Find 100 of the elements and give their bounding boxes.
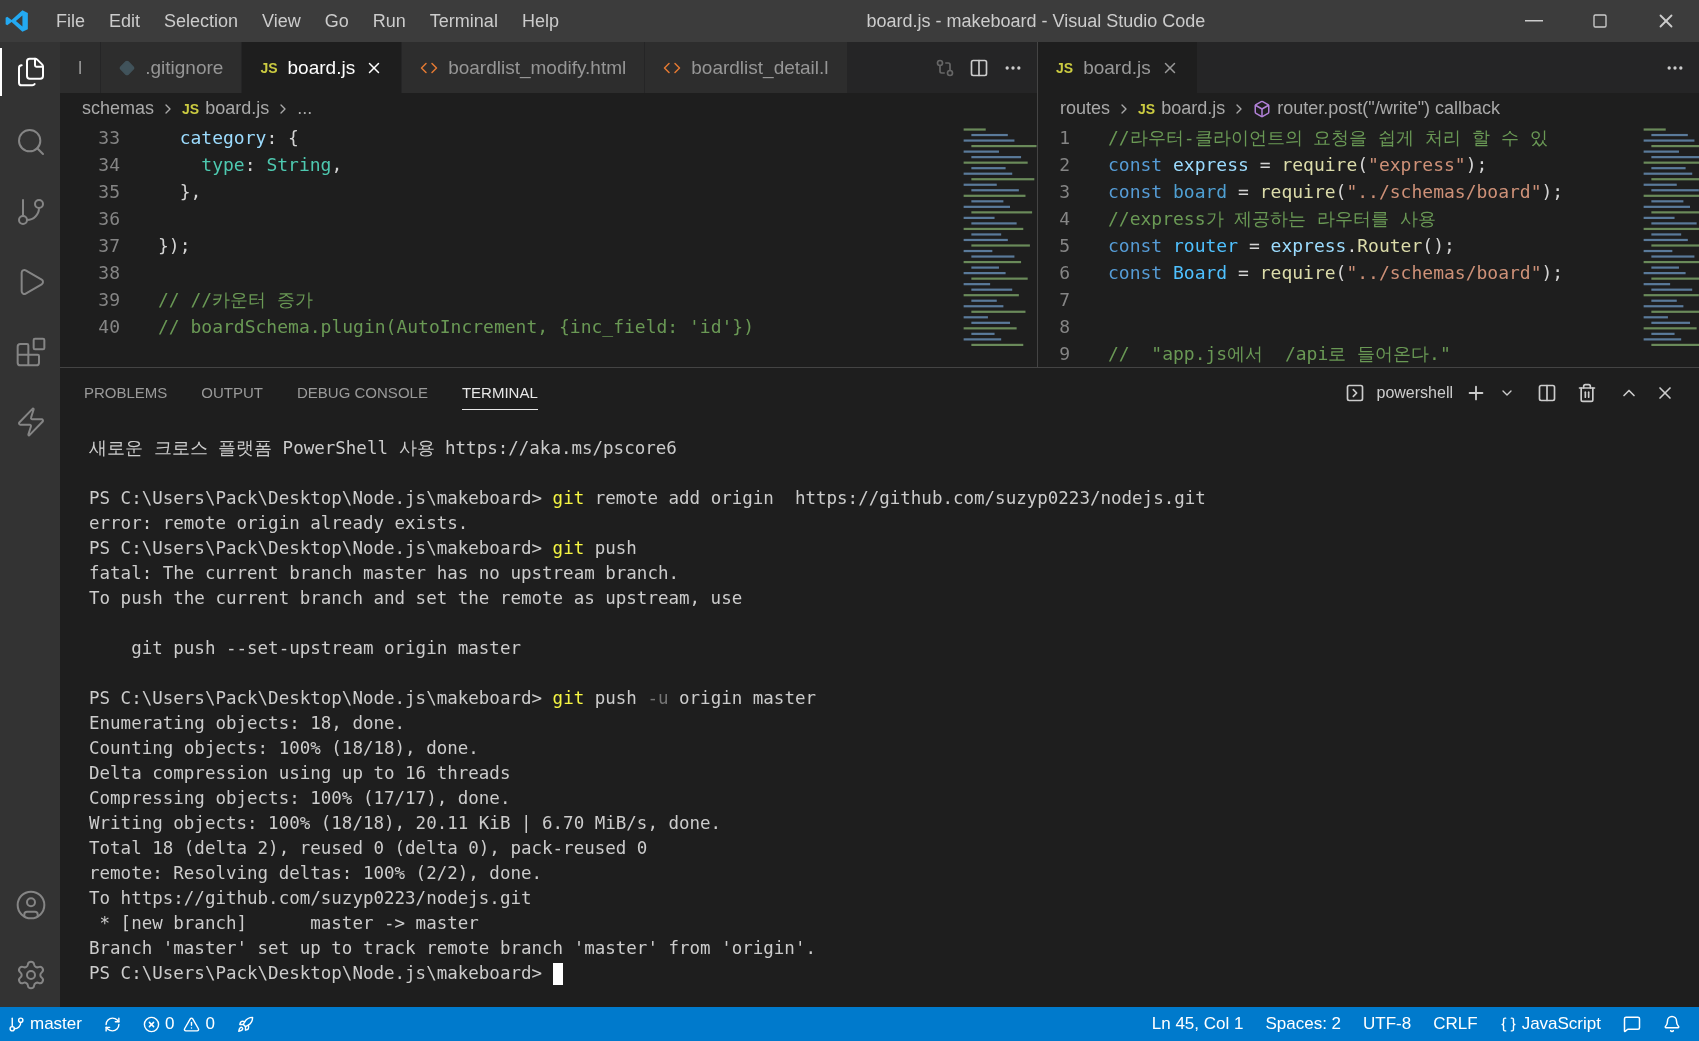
braces-icon — [1499, 1015, 1517, 1033]
line-number: 35 — [97, 181, 120, 202]
problems-indicator[interactable]: 0 0 — [142, 1014, 215, 1034]
terminal-line: error: remote origin already exists. — [89, 512, 469, 535]
line-number: 9 — [1058, 343, 1070, 364]
split-editor-icon[interactable] — [969, 57, 989, 78]
terminal-line: PS C:\Users\Pack\Desktop\Node.js\makeboard> git push -u origin master — [89, 687, 816, 710]
terminal-line: fatal: The current branch master has no upstream branch. — [89, 562, 679, 585]
panel-tab[interactable]: PROBLEMS — [84, 376, 168, 410]
code-line: const router = express.Router(); — [1108, 235, 1455, 256]
js-icon: JS — [182, 100, 200, 117]
code-line: category: { — [178, 127, 299, 148]
terminal-line: * [new branch] master -> master — [98, 912, 479, 935]
terminal-line: To push the current branch and set the remote as upstream, use — [89, 587, 743, 610]
panel-tab[interactable]: DEBUG CONSOLE — [297, 376, 428, 410]
terminal-line: To https://github.com/suzyp0223/nodejs.git — [89, 887, 532, 910]
breadcrumb-item[interactable]: router.post("/write") callback — [1277, 98, 1501, 119]
breadcrumb-item[interactable]: ... — [297, 98, 313, 119]
line-ending[interactable]: CRLF — [1433, 1014, 1478, 1034]
breadcrumb-item[interactable]: schemas — [82, 98, 155, 119]
diamond-icon — [119, 59, 136, 76]
menu-item[interactable]: Go — [312, 10, 361, 32]
code-line: // boardSchema.plugin(AutoIncrement, {inc_field: 'id'}) — [158, 316, 755, 337]
code-line: }); — [158, 235, 191, 256]
language-mode[interactable]: JavaScript — [1499, 1014, 1601, 1034]
line-number: 37 — [97, 235, 120, 256]
code-line: const Board = require("../schemas/board"); — [1108, 262, 1564, 283]
menu-item[interactable]: Terminal — [417, 10, 510, 32]
error-icon — [142, 1015, 160, 1033]
minimize-icon — [1525, 20, 1543, 22]
editor-tab[interactable]: .gitignore — [101, 42, 243, 93]
line-number: 1 — [1058, 127, 1070, 148]
menu-item[interactable]: Run — [360, 10, 418, 32]
warning-icon — [183, 1015, 201, 1033]
menu-item[interactable]: Edit — [97, 10, 153, 32]
panel-tab[interactable]: TERMINAL — [461, 376, 538, 410]
breadcrumb-item[interactable]: board.js — [1161, 98, 1226, 119]
terminal-icon — [1344, 383, 1365, 403]
cube-icon — [1253, 99, 1272, 118]
branch-icon — [8, 1015, 25, 1033]
menu-item[interactable]: Selection — [152, 10, 251, 32]
line-number: 4 — [1058, 208, 1070, 229]
js-icon: JS — [260, 59, 278, 76]
editor-tab[interactable]: l — [60, 42, 102, 93]
split-terminal-icon[interactable] — [1537, 383, 1557, 403]
branch-indicator[interactable]: master — [8, 1014, 82, 1034]
menu-item[interactable]: Help — [509, 10, 571, 32]
sync-icon[interactable] — [103, 1015, 121, 1033]
terminal-line: Branch 'master' set up to track remote branch 'master' from 'origin'. — [89, 937, 816, 960]
settings-icon — [15, 959, 47, 991]
breadcrumb-item[interactable]: routes — [1060, 98, 1111, 119]
tab-label: l — [78, 56, 83, 79]
terminal-line: PS C:\Users\Pack\Desktop\Node.js\makeboard> git push — [89, 537, 637, 560]
line-number: 40 — [97, 316, 120, 337]
terminal-line: git push --set-upstream origin master — [130, 637, 521, 660]
feedback-icon[interactable] — [1623, 1015, 1641, 1033]
terminal-line: Delta compression using up to 16 threads — [89, 762, 511, 785]
line-number: 7 — [1058, 289, 1070, 310]
compare-icon[interactable] — [935, 57, 955, 78]
error-count: 0 — [164, 1014, 175, 1034]
panel-tab[interactable]: OUTPUT — [201, 376, 264, 410]
cursor-position[interactable]: Ln 45, Col 1 — [1151, 1014, 1244, 1034]
account-icon — [15, 889, 47, 921]
code-line: // "app.js에서 /api로 들어온다." — [1108, 341, 1451, 366]
warning-count: 0 — [205, 1014, 215, 1034]
menu-item[interactable]: File — [44, 10, 97, 32]
code-line: }, — [178, 181, 202, 202]
rocket-icon[interactable] — [236, 1015, 254, 1033]
line-number: 5 — [1058, 235, 1070, 256]
indentation[interactable]: Spaces: 2 — [1265, 1014, 1342, 1034]
js-icon: JS — [1138, 100, 1156, 117]
shell-selector[interactable]: powershell — [1376, 384, 1453, 402]
tab-label: .gitignore — [145, 56, 224, 79]
window-title: board.js - makeboard - Visual Studio Code — [866, 10, 1206, 32]
line-number: 3 — [1058, 181, 1070, 202]
editor-tab[interactable]: boardlist_detail.l — [645, 42, 848, 93]
tab-label: board.js — [287, 56, 356, 79]
terminal-line: PS C:\Users\Pack\Desktop\Node.js\makeboard> — [89, 962, 544, 985]
line-number: 33 — [97, 127, 120, 148]
line-number: 34 — [97, 154, 120, 175]
terminal-line: PS C:\Users\Pack\Desktop\Node.js\makeboard> git remote add origin https://github.com/suzyp0223/nodejs.git — [89, 487, 1206, 510]
line-number: 6 — [1058, 262, 1070, 283]
terminal-line: remote: Resolving deltas: 100% (2/2), done. — [89, 862, 543, 885]
breadcrumb-item[interactable]: board.js — [205, 98, 270, 119]
editor-tab[interactable]: JS board.js — [242, 42, 403, 93]
line-number: 38 — [97, 262, 120, 283]
encoding[interactable]: UTF-8 — [1363, 1014, 1412, 1034]
code-line: // //카운터 증가 — [158, 287, 314, 312]
menu-item[interactable]: View — [250, 10, 313, 32]
line-number: 36 — [97, 208, 120, 229]
branch-name: master — [30, 1014, 82, 1034]
line-number: 39 — [97, 289, 120, 310]
notifications-icon[interactable] — [1663, 1015, 1681, 1033]
editor-tab[interactable]: JS board.js — [1038, 42, 1198, 93]
tab-label: boardlist_detail.l — [691, 56, 829, 79]
terminal-line: Compressing objects: 100% (17/17), done. — [89, 787, 511, 810]
trash-icon[interactable] — [1577, 383, 1597, 403]
code-line: const express = require("express"); — [1108, 154, 1488, 175]
maximize-icon — [1592, 13, 1608, 29]
editor-tab[interactable]: boardlist_modify.html — [402, 42, 646, 93]
